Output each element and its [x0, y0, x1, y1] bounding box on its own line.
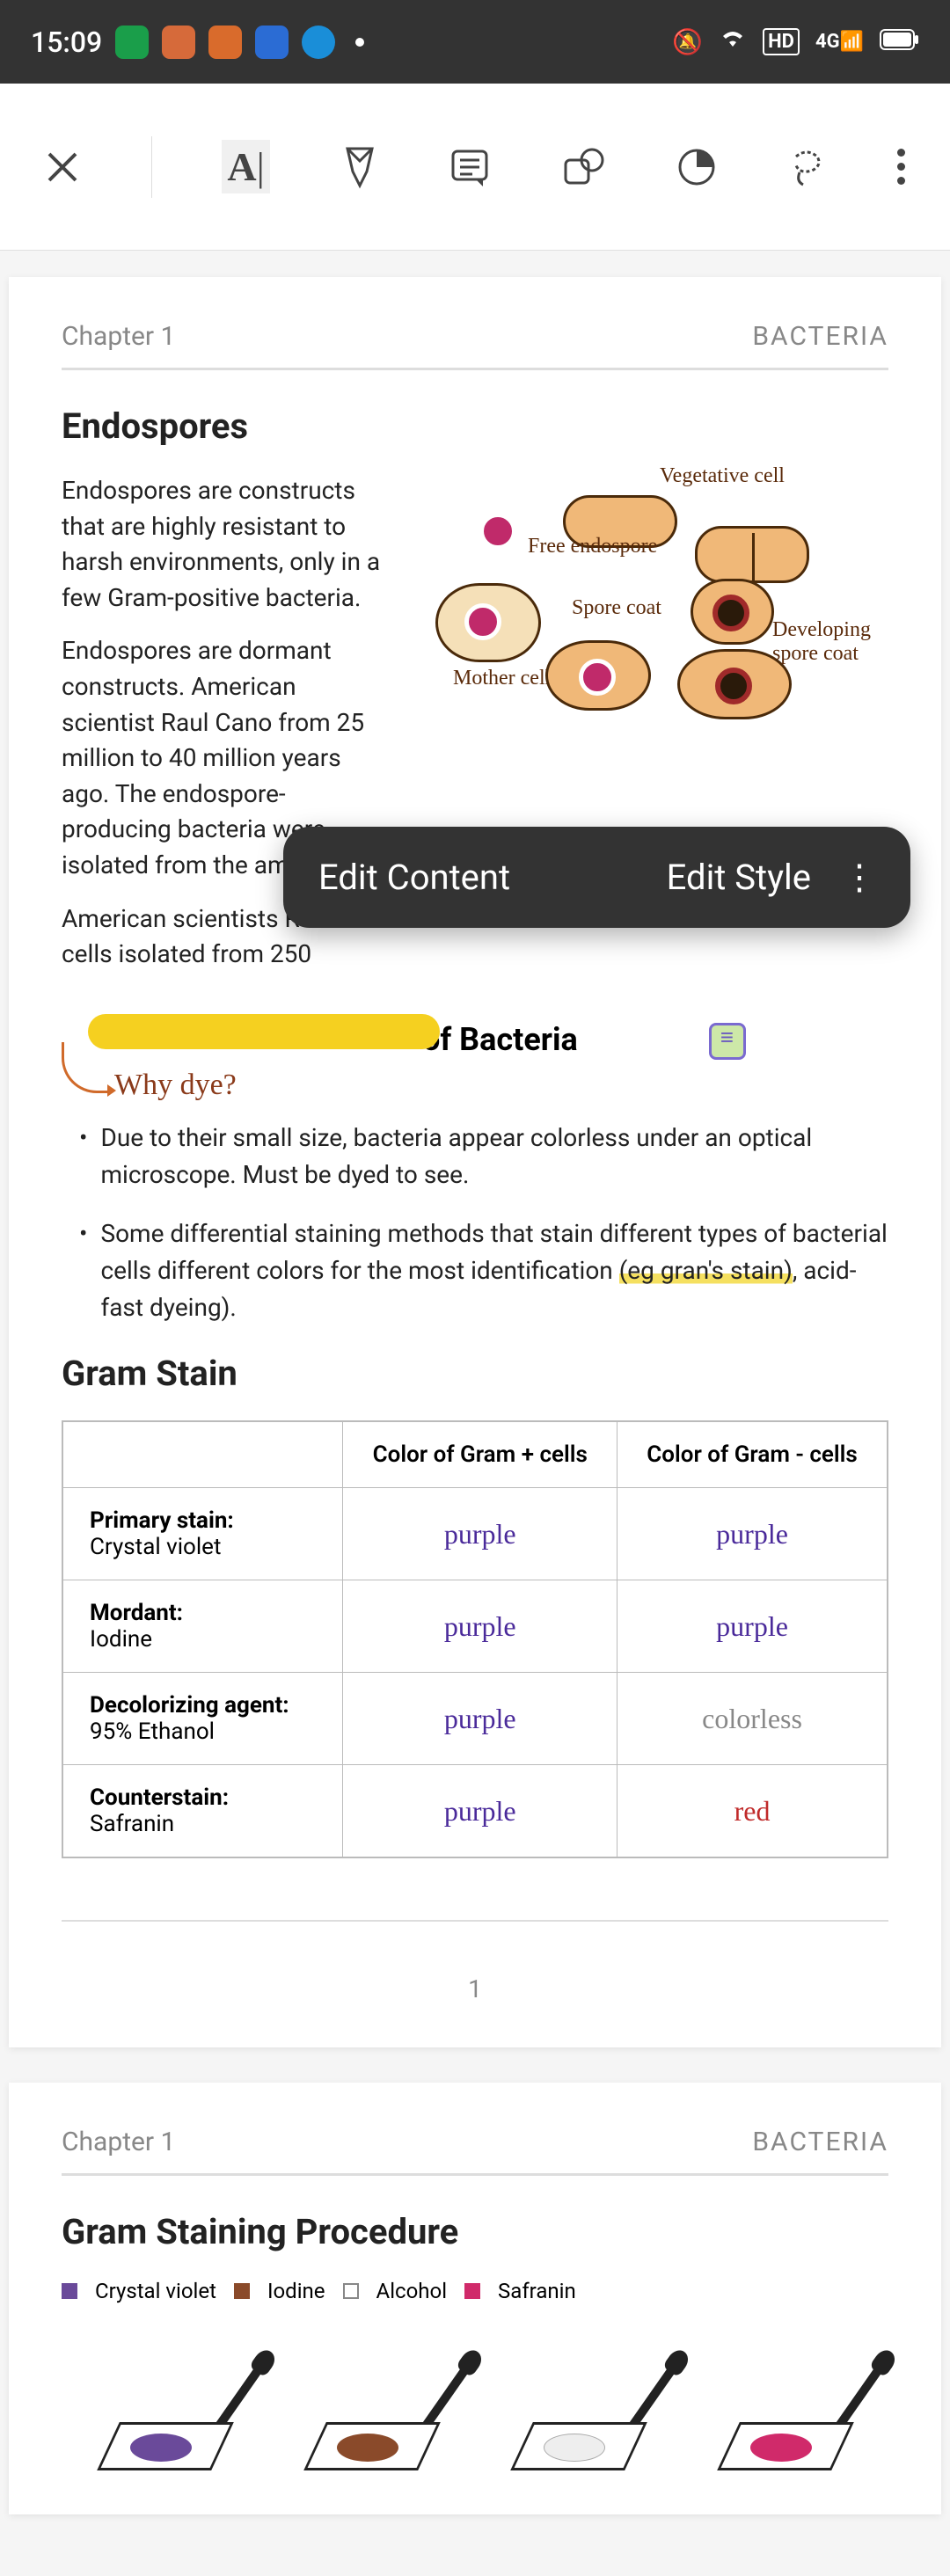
edit-style-button[interactable]: Edit Style	[667, 857, 811, 898]
legend-crystal-violet-icon	[62, 2283, 77, 2299]
note-tool[interactable]	[449, 142, 490, 191]
table-row: Counterstain:Safranin purple red	[62, 1765, 888, 1858]
highlighter-tool[interactable]	[340, 142, 379, 191]
handwritten-annotation[interactable]: Why dye?	[114, 1069, 888, 1102]
heading-gram-stain: Gram Stain	[62, 1353, 888, 1394]
context-popover: Edit Content Edit Style ⋮	[283, 827, 910, 928]
page-header: Chapter 1 BACTERIA	[62, 2127, 888, 2176]
sticky-note-icon[interactable]	[709, 1023, 746, 1060]
subject-label: BACTERIA	[752, 321, 888, 352]
page-2: Chapter 1 BACTERIA Gram Staining Procedu…	[9, 2083, 941, 2514]
table-row: Primary stain:Crystal violet purple purp…	[62, 1488, 888, 1580]
table-row: Mordant:Iodine purple purple	[62, 1580, 888, 1673]
popover-more-button[interactable]: ⋮	[842, 857, 875, 898]
shape-tool[interactable]	[560, 142, 606, 191]
dropper-safranin	[720, 2339, 851, 2470]
editor-toolbar: A|	[0, 84, 950, 251]
page-header: Chapter 1 BACTERIA	[62, 321, 888, 370]
wifi-icon	[719, 27, 747, 56]
table-row: Decolorizing agent:95% Ethanol purple co…	[62, 1673, 888, 1765]
more-menu[interactable]	[896, 142, 906, 191]
highlight-annotation[interactable]	[88, 1014, 440, 1049]
page-number: 1	[62, 1974, 888, 2003]
dropper-iodine	[306, 2339, 438, 2470]
legend-safranin-icon	[464, 2283, 480, 2299]
col-gram-plus: Color of Gram + cells	[343, 1421, 618, 1488]
oppo-badge	[115, 26, 149, 59]
bullet-2: • Some differential staining methods tha…	[79, 1215, 888, 1326]
signal-icon: 4G📶	[815, 31, 864, 53]
procedure-diagram-row	[62, 2339, 888, 2470]
legend-iodine-icon	[234, 2283, 250, 2299]
page-1: Chapter 1 BACTERIA Endospores Endospores…	[9, 277, 941, 2047]
dropper-alcohol	[513, 2339, 645, 2470]
hd-icon: HD	[763, 28, 800, 55]
legend: Crystal violet Iodine Alcohol Safranin	[62, 2279, 576, 2303]
music-badge	[302, 26, 335, 59]
games-badge	[162, 26, 195, 59]
lasso-tool[interactable]	[787, 142, 826, 191]
heading-endospores: Endospores	[62, 405, 888, 447]
status-bar: 15:09 🔕 HD 4G📶	[0, 0, 950, 84]
gram-stain-table: Color of Gram + cells Color of Gram - ce…	[62, 1420, 888, 1858]
endospore-cycle-diagram: Vegetative cell Free endospore Mother ce…	[405, 473, 888, 825]
alipay-badge	[255, 26, 289, 59]
document-viewport[interactable]: Chapter 1 BACTERIA Endospores Endospores…	[0, 251, 950, 2576]
text-select-tool[interactable]: A|	[222, 142, 269, 191]
bullet-1: •Due to their small size, bacteria appea…	[79, 1120, 888, 1193]
sticker-tool[interactable]	[676, 142, 717, 191]
col-gram-minus: Color of Gram - cells	[618, 1421, 888, 1488]
more-notifications-dot	[355, 38, 364, 47]
reader-badge	[208, 26, 242, 59]
chapter-label: Chapter 1	[62, 2127, 175, 2157]
highlighted-section-title[interactable]: of Bacteria	[62, 1021, 888, 1060]
close-button[interactable]	[44, 142, 81, 191]
legend-alcohol-icon	[343, 2283, 359, 2299]
battery-icon	[880, 27, 919, 56]
subject-label: BACTERIA	[752, 2127, 888, 2157]
edit-content-button[interactable]: Edit Content	[318, 857, 510, 898]
mute-icon: 🔕	[672, 27, 703, 56]
chapter-label: Chapter 1	[62, 321, 175, 352]
clock: 15:09	[31, 26, 102, 59]
heading-procedure: Gram Staining Procedure	[62, 2211, 458, 2252]
dropper-violet	[99, 2339, 231, 2470]
